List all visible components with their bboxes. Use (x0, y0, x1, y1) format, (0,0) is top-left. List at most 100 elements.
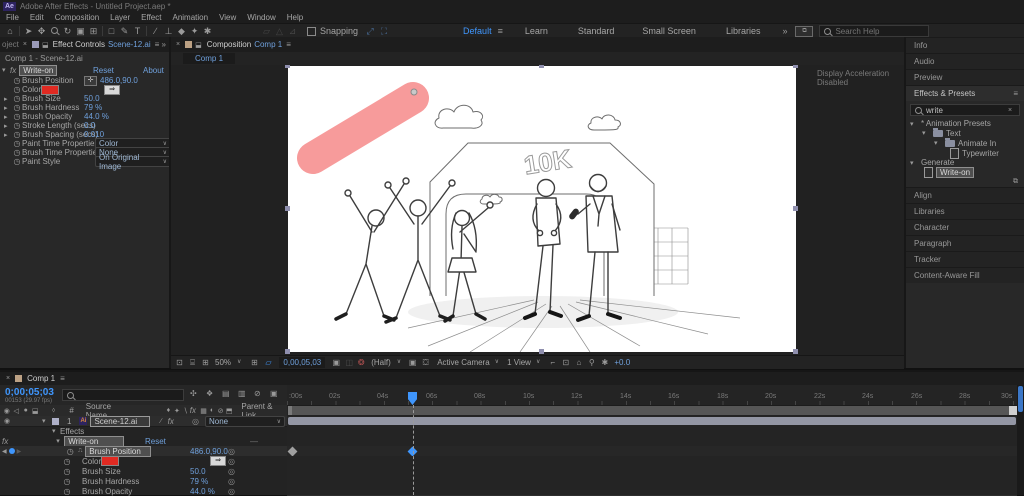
composition-canvas[interactable]: 10K (285, 65, 798, 354)
viewer-area[interactable]: Display Acceleration Disabled 10K (171, 65, 904, 355)
clone-stamp-tool-icon[interactable]: ⊥ (162, 26, 175, 37)
keyframe-diamond[interactable] (287, 446, 298, 457)
panel-menu-icon[interactable]: ≡ (155, 40, 160, 49)
snap-grid-icon[interactable]: ⛶ (377, 26, 391, 37)
pickwhip-icon[interactable]: ◎ (228, 447, 235, 456)
twirl-icon[interactable]: ▸ (4, 104, 12, 112)
selection-handle[interactable] (539, 65, 544, 68)
help-search-input[interactable] (835, 26, 916, 36)
project-tab-partial[interactable]: oject (2, 40, 19, 49)
new-folder-icon[interactable]: ⧉ (1013, 178, 1018, 186)
stopwatch-icon[interactable]: ◷ (12, 130, 22, 139)
current-timecode[interactable]: 0;00;05;03 (5, 387, 54, 398)
brush-tool-icon[interactable]: ∕ (149, 26, 162, 36)
eyedropper-button[interactable]: ⇒ (210, 456, 226, 466)
layer-label-color[interactable] (52, 417, 59, 425)
tree-item-text-folder[interactable]: ▾ Text (906, 127, 1024, 138)
clear-search-icon[interactable]: × (1008, 107, 1012, 114)
type-tool-icon[interactable]: T (131, 26, 144, 36)
composition-tab-target[interactable]: Comp 1 (254, 40, 282, 49)
lock-icon[interactable]: ⬓ (195, 41, 202, 49)
preview-panel-header[interactable]: Preview (906, 69, 1024, 85)
workspace-libraries[interactable]: Libraries (726, 26, 761, 36)
prop-value[interactable]: 44.0 % (84, 112, 109, 121)
prop-row-color[interactable]: ◷ Color ⇒ ◎ (0, 456, 287, 466)
snap-options-icon[interactable]: ⤢ (363, 26, 377, 37)
transparency-grid-icon[interactable]: ⛋ (419, 358, 432, 368)
stopwatch-active-icon[interactable]: ◷ (65, 447, 75, 456)
comp-subtab[interactable]: Comp 1 (183, 53, 236, 64)
timeline-search-box[interactable] (62, 389, 184, 401)
stopwatch-icon[interactable]: ◷ (12, 121, 22, 130)
effect-about-button[interactable]: About (143, 66, 164, 75)
show-channels-icon[interactable]: ❂ (355, 358, 367, 367)
prop-label-chip[interactable]: Brush Position (85, 445, 152, 457)
stopwatch-icon[interactable]: ◷ (12, 139, 22, 148)
viewer-timecode[interactable]: 0,00,05,03 (279, 357, 326, 368)
menu-effect[interactable]: Effect (141, 13, 161, 22)
tracker-panel-header[interactable]: Tracker (906, 251, 1024, 267)
tree-item-animation-presets[interactable]: ▾ * Animation Presets (906, 119, 1024, 128)
twirl-icon[interactable]: ▸ (4, 122, 12, 130)
effect-controls-tab-target[interactable]: Scene-12.ai (108, 40, 151, 49)
frame-blending-icon[interactable]: ▥ (238, 389, 246, 398)
camera-tool-icon[interactable]: ▣ (74, 26, 87, 37)
playhead-line[interactable] (413, 405, 414, 495)
workspace-bar-icon[interactable]: ⧉ (795, 25, 814, 37)
eyedropper-button[interactable]: ⇒ (104, 84, 120, 95)
stopwatch-icon[interactable]: ◷ (62, 467, 72, 476)
timeline-ruler[interactable]: :00s 02s 04s 06s 08s 10s 12s 14s 16s 18s… (287, 385, 1017, 406)
twirl-icon[interactable]: ▸ (4, 95, 12, 103)
prop-value[interactable]: 50.0 (190, 467, 206, 476)
camera-dropdown[interactable]: Active Camera ∨ (437, 358, 499, 367)
workspace-standard[interactable]: Standard (578, 26, 615, 36)
hide-shy-layers-icon[interactable]: ▤ (222, 389, 230, 398)
layer-twirl-icon[interactable]: ▾ (42, 417, 50, 425)
stopwatch-icon[interactable]: ◷ (12, 85, 22, 94)
stopwatch-icon[interactable]: ◷ (62, 487, 72, 496)
track-row[interactable] (287, 486, 1017, 496)
grid-guides-icon[interactable]: ⊞ (247, 358, 261, 367)
prop-label[interactable]: Brush Size (22, 94, 61, 103)
twirl-icon[interactable]: ▸ (4, 113, 12, 121)
effects-presets-search-input[interactable] (926, 105, 1004, 115)
prop-row-brush-position[interactable]: ◀ ▶ ◷ ⎍ Brush Position 486.0,90.0 ◎ (0, 445, 287, 457)
effect-reset-button[interactable]: Reset (93, 66, 114, 75)
graph-editor-icon[interactable]: ▣ (270, 389, 278, 398)
twirl-down-icon[interactable]: ▾ (910, 120, 918, 128)
prop-label[interactable]: Color (82, 457, 101, 466)
magnification-dropdown[interactable]: 50% ∨ (215, 358, 241, 367)
content-aware-fill-panel-header[interactable]: Content-Aware Fill (906, 267, 1024, 283)
twirl-down-icon[interactable]: ▾ (910, 159, 918, 167)
stopwatch-icon[interactable]: ◷ (12, 148, 22, 157)
prop-label[interactable]: Paint Style (22, 157, 60, 166)
fast-previews-icon[interactable]: ⊡ (559, 358, 572, 367)
pan-behind-tool-icon[interactable]: ⊞ (87, 26, 100, 37)
rotation-tool-icon[interactable]: ↻ (61, 26, 74, 37)
prop-row-brush-size[interactable]: ◷ Brush Size 50.0 ◎ (0, 466, 287, 476)
prop-value[interactable]: 79 % (84, 103, 102, 112)
flowchart-button-icon[interactable]: ⚲ (585, 358, 598, 367)
prop-value[interactable]: 50.0 (84, 94, 100, 103)
audio-panel-header[interactable]: Audio (906, 53, 1024, 69)
keyframe-nav-left-icon[interactable]: ◀ (2, 448, 7, 455)
effect-enable-dash[interactable]: — (250, 437, 258, 446)
view-layout-dropdown[interactable]: 1 View ∨ (507, 358, 540, 367)
close-panel-icon[interactable]: × (176, 41, 180, 48)
roto-brush-tool-icon[interactable]: ✦ (188, 26, 201, 37)
workspace-overflow-icon[interactable]: » (782, 26, 787, 36)
menu-edit[interactable]: Edit (30, 13, 44, 22)
effect-name-chip[interactable]: Write-on (19, 64, 58, 76)
exposure-reset-icon[interactable]: ✱ (598, 358, 611, 367)
layer-quality-icon[interactable]: ∕ (160, 418, 161, 425)
menu-file[interactable]: File (6, 13, 19, 22)
panel-overflow-icon[interactable]: » (162, 40, 166, 49)
layer-fx-icon[interactable]: fx (168, 417, 174, 426)
pickwhip-icon[interactable]: ◎ (228, 457, 235, 466)
home-icon[interactable]: ⌂ (3, 26, 17, 36)
stopwatch-icon[interactable]: ◷ (12, 112, 22, 121)
pen-tool-icon[interactable]: ✎ (118, 26, 131, 37)
parent-dropdown[interactable]: None ∨ (205, 415, 285, 427)
stopwatch-icon[interactable]: ◷ (62, 457, 72, 466)
selection-handle[interactable] (793, 65, 798, 68)
